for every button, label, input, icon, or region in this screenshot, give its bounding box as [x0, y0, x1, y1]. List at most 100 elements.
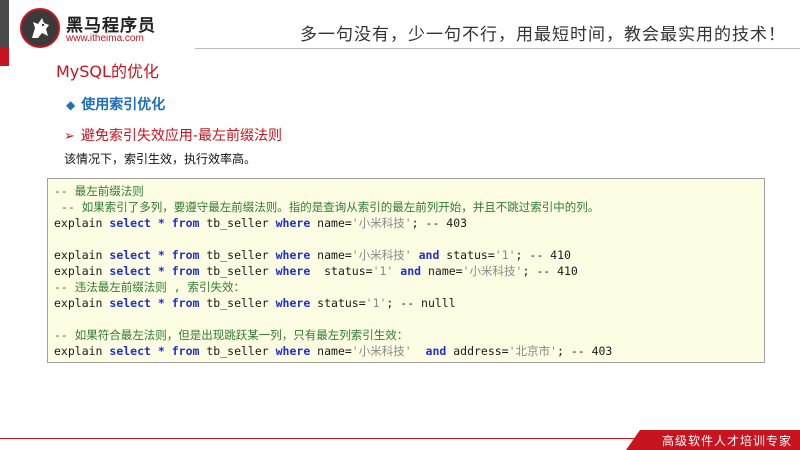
code-token: '小米科技': [351, 344, 412, 358]
code-token: select: [109, 264, 151, 278]
code-token: name=: [310, 344, 352, 358]
subtopic-label: 使用索引优化: [81, 97, 166, 113]
bullet-point-label: 避免索引失效应用-最左前缀法则: [80, 128, 282, 144]
diamond-icon: ◆: [66, 98, 76, 112]
code-line: explain select * from tb_seller where st…: [54, 263, 764, 279]
code-token: and: [425, 344, 447, 358]
code-token: select: [109, 344, 151, 358]
code-token: select: [109, 248, 151, 262]
code-token: '1': [365, 296, 387, 310]
code-token: -- 违法最左前缀法则 , 索引失效：: [54, 280, 246, 294]
code-token: '小米科技': [351, 248, 412, 262]
code-token: name=: [310, 248, 352, 262]
code-token: select: [109, 216, 151, 230]
code-token: from: [171, 264, 200, 278]
code-line: -- 如果索引了多列，要遵守最左前缀法则。指的是查询从索引的最左前列开始，并且不…: [54, 199, 764, 215]
code-token: *: [157, 264, 165, 278]
code-token: *: [157, 216, 165, 230]
code-token: '小米科技': [351, 216, 412, 230]
code-line: explain select * from tb_seller where na…: [54, 247, 764, 263]
code-token: explain: [54, 216, 110, 230]
code-token: tb_seller: [199, 296, 276, 310]
horse-head-icon: [20, 8, 60, 48]
code-token: from: [171, 248, 200, 262]
code-token: '1': [494, 248, 516, 262]
section-title: MySQL的优化: [56, 62, 159, 81]
code-token: ; -- 410: [522, 264, 578, 278]
code-token: address=: [446, 344, 509, 358]
bullet-point: ➢ 避免索引失效应用-最左前缀法则: [64, 125, 282, 145]
subtopic-heading: ◆ 使用索引优化: [66, 94, 165, 114]
code-token: tb_seller: [199, 264, 276, 278]
code-token: name=: [421, 264, 463, 278]
code-line: -- 如果符合最左法则，但是出现跳跃某一列，只有最左列索引生效：: [54, 327, 764, 343]
code-line: explain select * from tb_seller where st…: [54, 295, 764, 311]
code-token: ; -- 410: [515, 248, 571, 262]
code-token: *: [157, 296, 165, 310]
code-token: where: [275, 344, 311, 358]
arrow-right-icon: ➢: [64, 129, 75, 144]
brand-logo: 黑马程序员 www.itheima.com: [20, 8, 190, 50]
code-token: explain: [54, 344, 110, 358]
footer-tagline: 高级软件人才培训专家: [661, 434, 792, 448]
code-token: where: [275, 296, 311, 310]
code-token: from: [171, 296, 200, 310]
header-divider: [195, 48, 800, 49]
footer-banner: 高级软件人才培训专家: [626, 430, 800, 450]
code-token: -- 如果符合最左法则，但是出现跳跃某一列，只有最左列索引生效：: [54, 328, 409, 342]
code-token: '小米科技': [462, 264, 523, 278]
code-token: from: [171, 344, 200, 358]
code-line: -- 违法最左前缀法则 , 索引失效：: [54, 279, 764, 295]
footer-divider: [0, 438, 640, 439]
code-line: explain select * from tb_seller where na…: [54, 215, 764, 231]
left-accent-dark: [0, 0, 9, 48]
code-line: -- 最左前缀法则: [54, 183, 764, 199]
description-text: 该情况下，索引生效，执行效率高。: [64, 152, 257, 166]
code-token: *: [157, 344, 165, 358]
code-token: from: [171, 216, 200, 230]
code-token: tb_seller: [199, 248, 276, 262]
code-token: *: [157, 248, 165, 262]
code-block: -- 最左前缀法则 -- 如果索引了多列，要遵守最左前缀法则。指的是查询从索引的…: [47, 178, 765, 363]
code-token: '1': [372, 264, 394, 278]
code-token: '北京市': [508, 344, 557, 358]
code-token: explain: [54, 264, 110, 278]
code-token: status=: [310, 264, 373, 278]
code-token: ; -- nulll: [386, 296, 456, 310]
code-token: explain: [54, 248, 110, 262]
code-token: status=: [439, 248, 495, 262]
slogan: 多一句没有，少一句不行，用最短时间，教会最实用的技术！: [300, 25, 786, 45]
code-token: ; -- 403: [556, 344, 613, 358]
logo-url: www.itheima.com: [66, 33, 144, 44]
code-token: where: [275, 216, 311, 230]
code-token: where: [275, 264, 311, 278]
code-token: tb_seller: [199, 344, 276, 358]
code-token: name=: [310, 216, 352, 230]
code-token: ; -- 403: [411, 216, 468, 230]
code-token: explain: [54, 296, 110, 310]
code-token: and: [400, 264, 422, 278]
code-token: and: [418, 248, 440, 262]
code-token: -- 最左前缀法则: [54, 184, 144, 198]
code-token: status=: [310, 296, 366, 310]
code-line: explain select * from tb_seller where na…: [54, 343, 764, 359]
code-token: -- 如果索引了多列，要遵守最左前缀法则。指的是查询从索引的最左前列开始，并且不…: [54, 200, 600, 214]
code-token: tb_seller: [199, 216, 276, 230]
code-token: where: [275, 248, 311, 262]
left-accent-red: [0, 48, 9, 66]
code-token: select: [109, 296, 151, 310]
